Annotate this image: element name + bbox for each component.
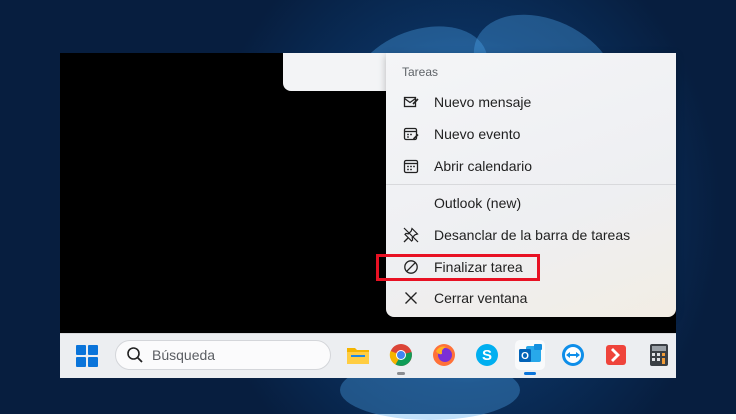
menu-item-label: Nuevo mensaje xyxy=(434,94,532,110)
menu-item-label: Cerrar ventana xyxy=(434,290,528,306)
menu-item-label: Abrir calendario xyxy=(434,158,533,174)
menu-divider xyxy=(386,184,676,185)
taskbar: Búsqueda S O xyxy=(60,333,676,378)
taskbar-search-box[interactable]: Búsqueda xyxy=(115,340,331,370)
menu-item-label: Nuevo evento xyxy=(434,126,521,142)
close-icon xyxy=(402,289,420,307)
tasks-section-header: Tareas xyxy=(402,65,439,79)
window-preview-card xyxy=(283,53,395,91)
menu-item-app-name[interactable]: Outlook (new) xyxy=(390,188,672,218)
menu-item-label: Outlook (new) xyxy=(434,195,522,211)
menu-item-new-message[interactable]: Nuevo mensaje xyxy=(390,87,672,117)
search-icon xyxy=(126,346,144,364)
windows-logo-icon xyxy=(88,357,98,367)
windows-logo-icon xyxy=(76,357,86,367)
running-indicator xyxy=(397,372,405,375)
search-placeholder: Búsqueda xyxy=(152,347,216,363)
svg-text:O: O xyxy=(521,351,529,362)
file-explorer-icon[interactable] xyxy=(343,340,373,370)
menu-item-new-event[interactable]: Nuevo evento xyxy=(390,119,672,149)
windows-logo-icon xyxy=(88,345,98,355)
active-indicator xyxy=(524,372,536,375)
calculator-icon[interactable] xyxy=(644,340,674,370)
calendar-icon xyxy=(402,157,420,175)
menu-item-open-calendar[interactable]: Abrir calendario xyxy=(390,151,672,181)
start-button[interactable] xyxy=(76,345,98,367)
firefox-icon[interactable] xyxy=(429,340,459,370)
new-message-icon xyxy=(402,93,420,111)
menu-item-unpin-taskbar[interactable]: Desanclar de la barra de tareas xyxy=(390,220,672,250)
teamviewer-icon[interactable] xyxy=(558,340,588,370)
outlook-icon[interactable]: O xyxy=(515,340,545,370)
anydesk-icon[interactable] xyxy=(601,340,631,370)
skype-icon[interactable]: S xyxy=(472,340,502,370)
end-task-highlight xyxy=(376,254,540,281)
svg-text:S: S xyxy=(482,347,492,364)
menu-item-close-window[interactable]: Cerrar ventana xyxy=(390,283,672,313)
unpin-icon xyxy=(402,226,420,244)
new-event-icon xyxy=(402,125,420,143)
chrome-icon[interactable] xyxy=(386,340,416,370)
windows-logo-icon xyxy=(76,345,86,355)
menu-item-label: Desanclar de la barra de tareas xyxy=(434,227,631,243)
